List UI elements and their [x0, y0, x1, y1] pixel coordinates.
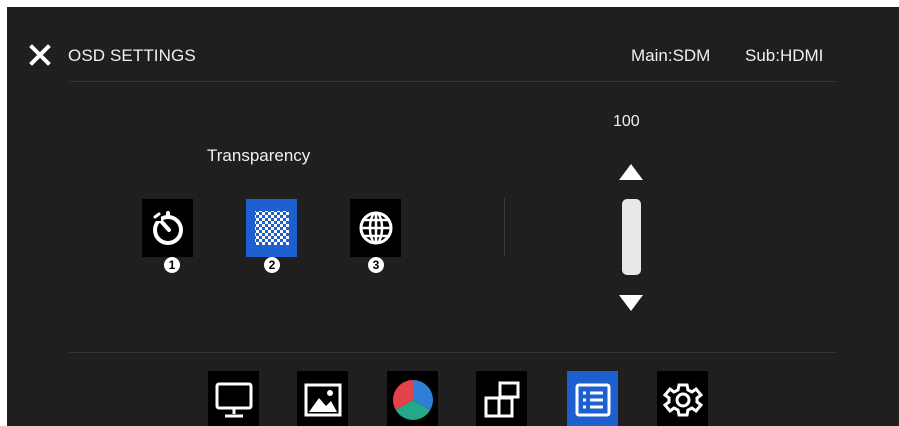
menu-item-pip[interactable] [476, 371, 527, 426]
setting-label: Transparency [207, 146, 311, 165]
option-3-button[interactable] [350, 199, 401, 257]
option-2-button[interactable] [246, 199, 297, 257]
color-wheel-icon [392, 380, 433, 420]
option-2-badge: 2 [264, 257, 280, 273]
value-readout: 100 [613, 113, 640, 130]
option-3-badge: 3 [368, 257, 384, 273]
menu-divider [69, 352, 837, 353]
sub-source-label: Sub:HDMI [745, 46, 824, 65]
checkerboard-icon [254, 211, 289, 245]
osd-panel: OSD SETTINGS Main:SDM Sub:HDMI Transpare… [7, 7, 899, 426]
close-icon[interactable] [29, 44, 51, 66]
menu-item-picture[interactable] [297, 371, 348, 426]
vertical-divider [504, 198, 505, 256]
picture-icon [304, 383, 341, 417]
header-divider [69, 81, 837, 82]
monitor-icon [215, 382, 252, 418]
pip-icon [484, 381, 519, 418]
value-slider[interactable] [622, 199, 641, 275]
globe-icon [359, 211, 392, 245]
decrease-arrow-icon[interactable] [619, 294, 643, 317]
menu-item-monitor[interactable] [208, 371, 259, 426]
menu-item-settings[interactable] [657, 371, 708, 426]
gear-icon [662, 383, 703, 417]
option-1-badge: 1 [164, 257, 180, 273]
osd-list-icon [575, 383, 610, 417]
main-source-label: Main:SDM [631, 46, 711, 65]
menu-item-color[interactable] [387, 371, 438, 426]
page-title: OSD SETTINGS [68, 46, 196, 65]
option-1-button[interactable] [142, 199, 193, 257]
menu-item-osd[interactable] [567, 371, 618, 426]
timer-icon [151, 211, 183, 245]
increase-arrow-icon[interactable] [619, 163, 643, 186]
